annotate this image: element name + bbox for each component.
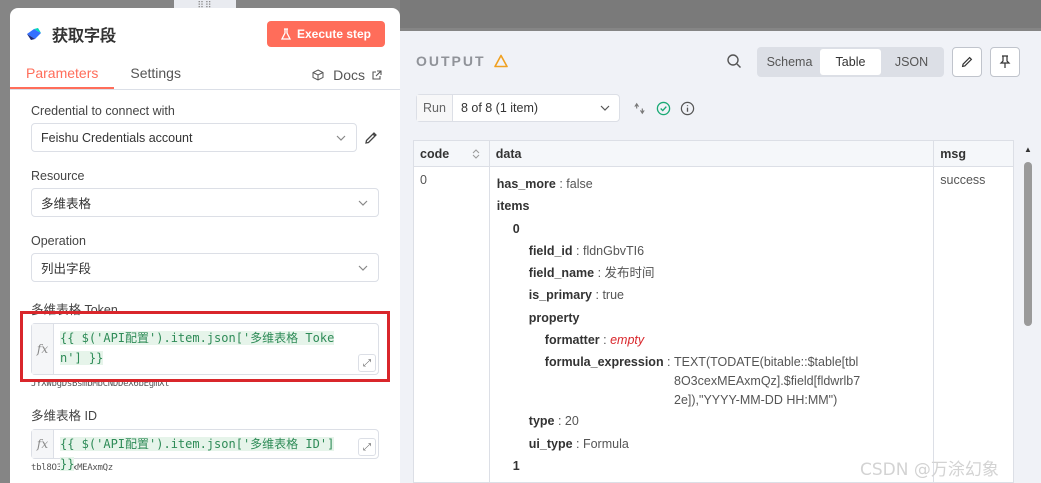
item-index-0: 0 [512, 221, 520, 236]
link-runs-icon[interactable] [632, 101, 647, 116]
edit-credential-icon[interactable] [363, 130, 379, 146]
column-header-data[interactable]: data [490, 141, 935, 166]
resource-select[interactable]: 多维表格 [31, 188, 379, 217]
kv-formula-expression: formula_expression : TEXT(TODATE(bitable… [544, 355, 861, 408]
run-select[interactable]: Run 8 of 8 (1 item) [416, 94, 620, 122]
chevron-down-icon [336, 135, 346, 141]
panel-header: 获取字段 Execute step [10, 8, 400, 60]
id-expression-field[interactable]: fx {{ $('API配置').item.json['多维表格 ID'] }}… [31, 429, 379, 471]
resource-label: Resource [31, 169, 85, 183]
operation-select[interactable]: 列出字段 [31, 253, 379, 282]
node-title: 获取字段 [52, 28, 117, 45]
edit-output-button[interactable] [952, 47, 982, 77]
column-code-label: code [420, 146, 450, 161]
highlight-annotation-box [20, 311, 390, 382]
output-title-text: OUTPUT [416, 53, 486, 69]
tab-settings[interactable]: Settings [114, 65, 197, 89]
cell-data: has_more : false items 0 field_id : fldn… [490, 167, 935, 482]
sort-icon[interactable] [471, 149, 481, 159]
expand-editor-icon[interactable]: ⤢ [358, 438, 376, 456]
execute-step-button[interactable]: Execute step [267, 21, 385, 47]
chevron-down-icon [358, 265, 368, 271]
docs-label: Docs [333, 67, 365, 83]
tab-docs[interactable]: Docs [333, 67, 382, 83]
table-header: code data msg [414, 141, 1013, 167]
pencil-icon [961, 56, 973, 68]
view-json-button[interactable]: JSON [881, 49, 942, 75]
cell-code: 0 [414, 167, 490, 482]
node-parameters-panel: 获取字段 Execute step Parameters Settings Do… [10, 8, 400, 483]
view-schema-button[interactable]: Schema [759, 49, 820, 75]
column-header-msg[interactable]: msg [934, 141, 1013, 166]
run-value: 8 of 8 (1 item) [460, 101, 539, 115]
tab-parameters[interactable]: Parameters [10, 65, 115, 89]
flask-icon [280, 28, 291, 40]
fx-icon: fx [32, 430, 54, 458]
pin-icon [999, 55, 1011, 68]
feishu-logo-icon [27, 28, 41, 40]
scrollbar-thumb[interactable] [1024, 162, 1032, 326]
table-row: 0 has_more : false items 0 field_id : fl… [414, 167, 1013, 482]
chevron-down-icon [358, 200, 368, 206]
kv-ui-type: ui_type : Formula [528, 436, 629, 451]
view-switcher: Schema Table JSON [757, 47, 944, 77]
chevron-down-icon [600, 105, 610, 111]
kv-is-primary: is_primary : true [528, 288, 624, 303]
column-data-label: data [495, 146, 522, 161]
resource-value: 多维表格 [41, 197, 92, 211]
output-table: code data msg 0 has_more : false items 0… [413, 140, 1014, 483]
execute-step-label: Execute step [296, 27, 372, 41]
view-table-button[interactable]: Table [820, 49, 881, 75]
pin-output-button[interactable] [990, 47, 1020, 77]
output-panel: OUTPUT Schema Table JSON Run 8 of 8 (1 i… [400, 31, 1041, 483]
operation-label: Operation [31, 234, 86, 248]
kv-formatter: formatter : empty [544, 333, 645, 348]
cell-msg: success [940, 173, 986, 187]
kv-field-id: field_id : fldnGbvTI6 [528, 243, 645, 258]
panel-tabs: Parameters Settings Docs [10, 60, 400, 90]
external-link-icon [372, 69, 382, 80]
kv-type: type : 20 [528, 414, 579, 429]
id-label: 多维表格 ID [31, 409, 97, 423]
parameters-form: Credential to connect with Feishu Creden… [10, 104, 400, 473]
background-strip [400, 0, 1041, 28]
output-title: OUTPUT [416, 53, 508, 69]
id-hint: tbl8O3cexMEAxmQz [31, 463, 379, 473]
kv-property: property [528, 310, 580, 325]
watermark: CSDN @万涂幻象 [860, 460, 999, 480]
credential-label: Credential to connect with [31, 104, 175, 118]
kv-has-more: has_more : false [496, 177, 593, 191]
info-icon[interactable] [680, 101, 695, 116]
run-label: Run [417, 95, 453, 121]
warning-icon [493, 54, 508, 68]
scroll-up-arrow[interactable]: ▲ [1024, 145, 1032, 154]
kv-field-name: field_name : 发布时间 [528, 266, 655, 281]
column-header-code[interactable]: code [414, 141, 490, 166]
search-icon[interactable] [726, 53, 742, 69]
cube-icon[interactable] [312, 69, 324, 81]
success-check-icon [656, 101, 671, 115]
operation-value: 列出字段 [41, 262, 92, 276]
kv-items: items [496, 199, 530, 214]
column-msg-label: msg [940, 146, 966, 161]
credential-select[interactable]: Feishu Credentials account [31, 123, 358, 152]
credential-value: Feishu Credentials account [41, 130, 193, 145]
